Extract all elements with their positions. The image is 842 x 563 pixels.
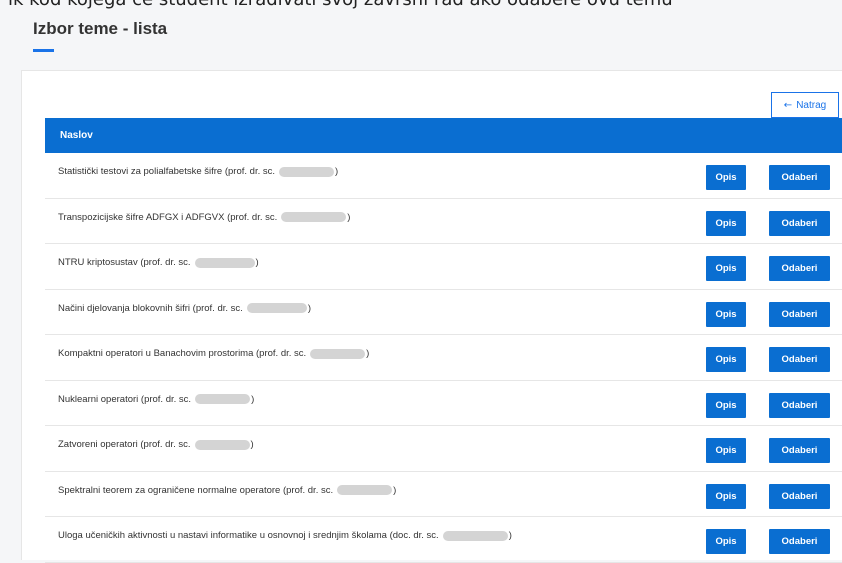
table-row: Kompaktni operatori u Banachovim prostor… [45, 335, 842, 381]
opis-button[interactable]: Opis [706, 529, 746, 554]
title-underline [33, 49, 54, 52]
topic-title-text: Kompaktni operatori u Banachovim prostor… [58, 348, 307, 359]
odaberi-button[interactable]: Odaberi [769, 210, 830, 236]
partial-description-text: ik kod kojega će student izrađivati svoj… [0, 0, 842, 12]
odaberi-button[interactable]: Odaberi [769, 392, 830, 418]
opis-button[interactable]: Opis [706, 483, 746, 509]
odaberi-button[interactable]: Odaberi [769, 438, 830, 463]
odaberi-button[interactable]: Odaberi [769, 347, 830, 372]
back-button[interactable]: ← Natrag [771, 92, 839, 118]
odaberi-button[interactable]: Odaberi [769, 529, 830, 554]
odaberi-button[interactable]: Odaberi [769, 301, 830, 327]
table-row: Nuklearni operatori (prof. dr. sc.) Opis O… [45, 381, 842, 426]
topic-title-suffix: ) [307, 302, 311, 314]
topic-title: Načini djelovanja blokovnih šifri (prof.… [58, 303, 311, 314]
table-row: Uloga učeničkih aktivnosti u nastavi inf… [45, 517, 842, 563]
redacted-name [194, 439, 250, 450]
redacted-name [310, 348, 366, 359]
topic-title-text: Statistički testovi za polialfabetske ši… [58, 166, 276, 177]
redacted-name [281, 212, 347, 222]
topic-title: NTRU kriptosustav (prof. dr. sc.) [58, 257, 259, 268]
topic-title-text: NTRU kriptosustav (prof. dr. sc. [58, 257, 191, 268]
topic-title-suffix: ) [393, 484, 397, 496]
opis-button[interactable]: Opis [706, 301, 746, 327]
odaberi-button[interactable]: Odaberi [769, 165, 830, 190]
table-row: Transpozicijske šifre ADFGX i ADFGVX (pr… [45, 199, 842, 244]
topic-title: Zatvoreni operatori (prof. dr. sc.) [58, 439, 254, 450]
topic-title-suffix: ) [251, 393, 255, 405]
redacted-name [337, 485, 393, 495]
opis-button[interactable]: Opis [706, 256, 746, 281]
topic-title-text: Nuklearni operatori (prof. dr. sc. [58, 393, 192, 405]
table-row: Zatvoreni operatori (prof. dr. sc.) Opis O… [45, 426, 842, 472]
redacted-name [195, 394, 251, 404]
back-button-label: Natrag [796, 99, 827, 111]
topic-title-suffix: ) [347, 211, 351, 223]
topic-title: Uloga učeničkih aktivnosti u nastavi inf… [58, 530, 512, 541]
redacted-name [442, 530, 508, 541]
topic-table-body: Statistički testovi za polialfabetske ši… [45, 153, 842, 563]
topic-title-suffix: ) [250, 439, 254, 450]
opis-button[interactable]: Opis [706, 347, 746, 372]
opis-button[interactable]: Opis [706, 438, 746, 463]
topic-title: Spektralni teorem za ograničene normalne… [58, 485, 396, 496]
topic-title: Nuklearni operatori (prof. dr. sc.) [58, 394, 254, 405]
opis-button[interactable]: Opis [706, 165, 746, 190]
redacted-name [279, 166, 335, 177]
topic-title-text: Spektralni teorem za ograničene normalne… [58, 484, 334, 496]
topic-title-suffix: ) [335, 166, 339, 177]
table-row: Spektralni teorem za ograničene normalne… [45, 472, 842, 517]
page-title: Izbor teme - lista [33, 19, 168, 38]
topic-title-suffix: ) [508, 530, 512, 541]
column-header-naslov: Naslov [60, 130, 93, 141]
arrow-left-icon: ← [783, 99, 793, 111]
redacted-name [246, 303, 307, 313]
topic-title-suffix: ) [366, 348, 370, 359]
table-row: NTRU kriptosustav (prof. dr. sc.) Opis Oda… [45, 244, 842, 290]
redacted-name [194, 257, 255, 268]
topic-title-text: Uloga učeničkih aktivnosti u nastavi inf… [58, 530, 439, 541]
topic-title-text: Transpozicijske šifre ADFGX i ADFGVX (pr… [58, 211, 278, 223]
table-header: Naslov [45, 118, 842, 153]
topic-title-suffix: ) [255, 257, 259, 268]
topic-title: Kompaktni operatori u Banachovim prostor… [58, 348, 369, 359]
table-row: Načini djelovanja blokovnih šifri (prof.… [45, 290, 842, 335]
topic-title: Transpozicijske šifre ADFGX i ADFGVX (pr… [58, 212, 350, 223]
opis-button[interactable]: Opis [706, 392, 746, 418]
topic-title-text: Načini djelovanja blokovnih šifri (prof.… [58, 302, 243, 314]
topic-title: Statistički testovi za polialfabetske ši… [58, 166, 338, 177]
topic-title-text: Zatvoreni operatori (prof. dr. sc. [58, 439, 191, 450]
odaberi-button[interactable]: Odaberi [769, 483, 830, 509]
opis-button[interactable]: Opis [706, 210, 746, 236]
table-row: Statistički testovi za polialfabetske ši… [45, 153, 842, 199]
odaberi-button[interactable]: Odaberi [769, 256, 830, 281]
